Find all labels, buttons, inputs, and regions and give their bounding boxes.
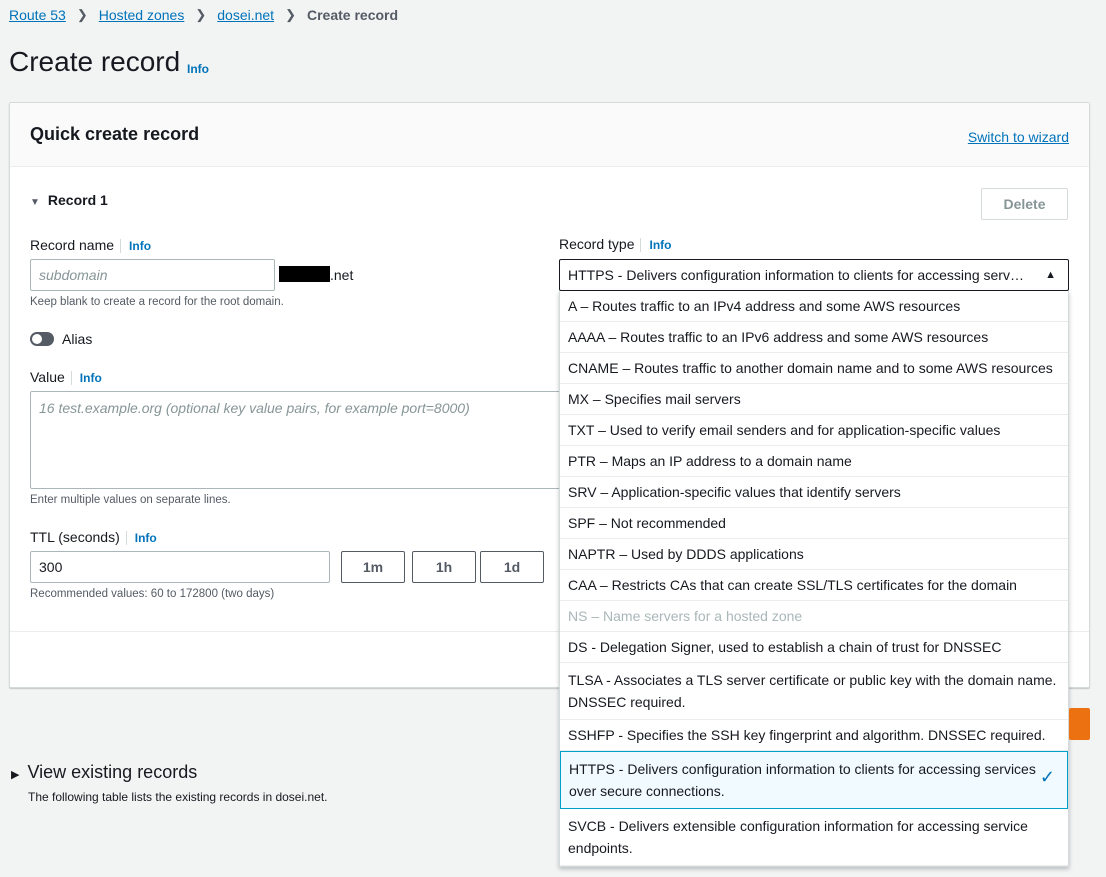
ttl-info-link[interactable]: Info xyxy=(125,531,157,545)
option-svcb[interactable]: SVCB - Delivers extensible configuration… xyxy=(560,809,1068,866)
chevron-right-icon: ❯ xyxy=(285,7,296,22)
option-a[interactable]: A – Routes traffic to an IPv4 address an… xyxy=(560,291,1068,322)
ttl-label-text: TTL (seconds) xyxy=(30,529,120,545)
option-ds[interactable]: DS - Delegation Signer, used to establis… xyxy=(560,632,1068,663)
alias-label: Alias xyxy=(62,331,93,347)
breadcrumb-route53[interactable]: Route 53 xyxy=(9,7,66,23)
view-existing-desc: The following table lists the existing r… xyxy=(28,790,328,804)
breadcrumb-current: Create record xyxy=(306,7,399,23)
ttl-1h-button[interactable]: 1h xyxy=(412,551,476,583)
alias-toggle[interactable] xyxy=(30,332,54,346)
option-ns: NS – Name servers for a hosted zone xyxy=(560,601,1068,632)
record-name-placeholder: subdomain xyxy=(39,267,108,283)
value-info-link[interactable]: Info xyxy=(70,371,102,385)
record-name-info-link[interactable]: Info xyxy=(120,239,152,253)
caret-right-icon: ▶ xyxy=(11,769,20,781)
option-spf[interactable]: SPF – Not recommended xyxy=(560,508,1068,539)
ttl-hint: Recommended values: 60 to 172800 (two da… xyxy=(30,588,275,600)
option-aaaa[interactable]: AAAA – Routes traffic to an IPv6 address… xyxy=(560,322,1068,353)
record-name-label: Record name Info xyxy=(30,237,152,253)
record-expander[interactable]: ▼ Record 1 xyxy=(30,192,108,208)
record-header-label: Record 1 xyxy=(47,192,108,208)
value-hint: Enter multiple values on separate lines. xyxy=(30,494,231,506)
panel-title: Quick create record xyxy=(30,124,200,144)
switch-to-wizard-link[interactable]: Switch to wizard xyxy=(968,129,1069,145)
chevron-right-icon: ❯ xyxy=(195,7,207,22)
record-type-label-text: Record type xyxy=(559,236,635,252)
option-srv[interactable]: SRV – Application-specific values that i… xyxy=(560,477,1068,508)
value-textarea[interactable]: 16 test.example.org (optional key value … xyxy=(30,391,570,489)
chevron-right-icon: ❯ xyxy=(76,7,88,22)
value-label-text: Value xyxy=(30,369,65,385)
page-info-link[interactable]: Info xyxy=(187,62,209,76)
option-caa[interactable]: CAA – Restricts CAs that can create SSL/… xyxy=(560,570,1068,601)
record-name-hint: Keep blank to create a record for the ro… xyxy=(30,296,284,308)
breadcrumb-hosted-zones[interactable]: Hosted zones xyxy=(99,7,185,23)
record-type-select[interactable]: HTTPS - Delivers configuration informati… xyxy=(559,259,1069,291)
record-name-input[interactable]: subdomain xyxy=(30,259,275,291)
domain-suffix: .net xyxy=(330,267,354,283)
delete-button[interactable]: Delete xyxy=(981,188,1068,220)
ttl-1m-button[interactable]: 1m xyxy=(341,551,405,583)
value-label: Value Info xyxy=(30,369,102,385)
caret-up-icon: ▲ xyxy=(1045,269,1056,281)
caret-down-icon: ▼ xyxy=(30,197,40,208)
option-https-label: HTTPS - Delivers configuration informati… xyxy=(569,761,1036,799)
breadcrumb: Route 53 ❯ Hosted zones ❯ dosei.net ❯ Cr… xyxy=(9,7,398,23)
record-type-label: Record type Info xyxy=(559,236,672,252)
value-placeholder: 16 test.example.org (optional key value … xyxy=(39,400,470,416)
create-records-button[interactable] xyxy=(1069,708,1090,740)
option-cname[interactable]: CNAME – Routes traffic to another domain… xyxy=(560,353,1068,384)
record-type-info-link[interactable]: Info xyxy=(640,238,672,252)
option-https[interactable]: HTTPS - Delivers configuration informati… xyxy=(560,751,1068,809)
ttl-1d-button[interactable]: 1d xyxy=(480,551,544,583)
breadcrumb-domain[interactable]: dosei.net xyxy=(217,7,274,23)
page-title: Create record xyxy=(9,46,181,77)
record-name-label-text: Record name xyxy=(30,237,115,253)
option-tlsa[interactable]: TLSA - Associates a TLS server certifica… xyxy=(560,663,1068,720)
record-type-dropdown: A – Routes traffic to an IPv4 address an… xyxy=(559,291,1069,867)
option-sshfp[interactable]: SSHFP - Specifies the SSH key fingerprin… xyxy=(560,720,1068,751)
check-icon: ✓ xyxy=(1039,767,1055,787)
view-existing-title: View existing records xyxy=(27,762,198,782)
view-existing-expander[interactable]: ▶ View existing records xyxy=(11,762,197,783)
option-txt[interactable]: TXT – Used to verify email senders and f… xyxy=(560,415,1068,446)
option-mx[interactable]: MX – Specifies mail servers xyxy=(560,384,1068,415)
ttl-value: 300 xyxy=(39,559,63,575)
panel-header: Quick create record Switch to wizard xyxy=(10,103,1089,167)
option-naptr[interactable]: NAPTR – Used by DDDS applications xyxy=(560,539,1068,570)
ttl-label: TTL (seconds) Info xyxy=(30,529,157,545)
record-type-selected: HTTPS - Delivers configuration informati… xyxy=(568,267,1024,283)
redacted-block xyxy=(279,266,330,282)
option-ptr[interactable]: PTR – Maps an IP address to a domain nam… xyxy=(560,446,1068,477)
ttl-input[interactable]: 300 xyxy=(30,551,330,583)
